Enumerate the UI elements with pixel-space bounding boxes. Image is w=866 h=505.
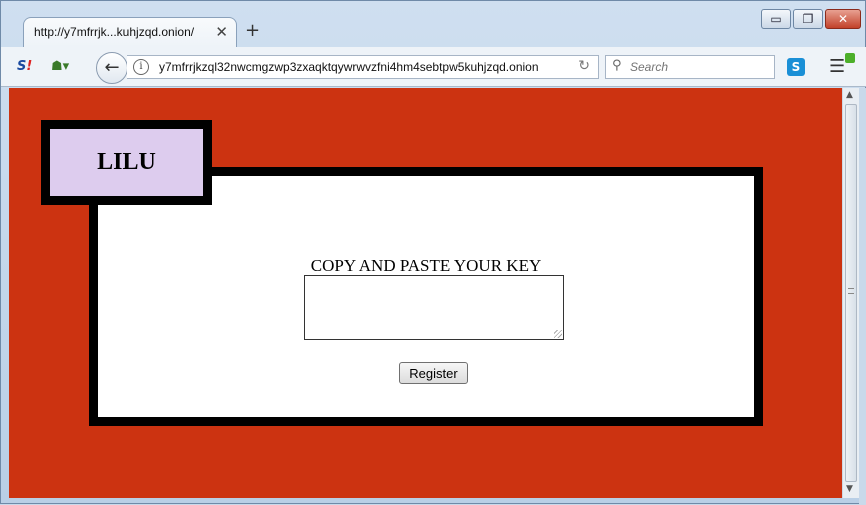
logo-box: LILU [41,120,212,205]
window-frame-edge [859,88,866,505]
register-button[interactable]: Register [399,362,468,384]
key-textarea[interactable] [304,275,564,340]
tab-close-icon[interactable]: ✕ [215,23,228,41]
search-icon: ⚲ [612,58,622,73]
close-icon: ✕ [837,12,849,26]
maximize-button[interactable]: ❐ [793,9,823,29]
new-tab-button[interactable]: + [245,21,260,41]
scroll-up-icon[interactable]: ▲ [846,90,853,100]
reload-icon[interactable]: ↻ [578,58,590,74]
vertical-scrollbar[interactable]: ▲ ▼ [842,88,859,498]
minimize-icon: ▭ [770,12,782,26]
info-icon[interactable]: i [133,59,149,75]
search-box[interactable]: ⚲ [605,55,775,79]
tab-active[interactable]: http://y7mfrrjk...kuhjzqd.onion/ ✕ [23,17,237,47]
close-window-button[interactable]: ✕ [825,9,861,29]
tab-strip: http://y7mfrrjk...kuhjzqd.onion/ ✕ + ▭ ❐… [1,1,866,47]
resize-grip-icon[interactable] [554,330,562,338]
scrollbar-thumb[interactable] [845,104,857,482]
scrollbar-grip-icon [848,288,854,294]
minimize-button[interactable]: ▭ [761,9,791,29]
maximize-icon: ❐ [802,12,814,26]
search-input[interactable] [630,57,770,77]
logo-text: LILU [97,149,156,175]
scroll-down-icon[interactable]: ▼ [846,484,853,494]
key-label: COPY AND PASTE YOUR KEY [310,256,542,275]
page-content: COPY AND PASTE YOUR KEY Register LILU [9,88,842,498]
back-arrow-icon[interactable]: ← [96,52,128,84]
navigation-toolbar: S! ☗▾ ← i y7mfrrjkzql32nwcmgzwp3zxaqktqy… [1,47,866,87]
browser-window: http://y7mfrrjk...kuhjzqd.onion/ ✕ + ▭ ❐… [0,0,866,505]
skype-addon-icon[interactable]: S [787,58,805,76]
addon-s-icon[interactable]: S! [17,57,39,77]
update-badge-icon [845,53,855,63]
key-panel: COPY AND PASTE YOUR KEY Register [89,167,763,426]
url-bar[interactable]: i y7mfrrjkzql32nwcmgzwp3zxaqktqywrwvzfni… [127,55,599,79]
tab-title: http://y7mfrrjk...kuhjzqd.onion/ [34,25,195,39]
url-text[interactable]: y7mfrrjkzql32nwcmgzwp3zxaqktqywrwvzfni4h… [159,60,559,74]
onion-button-icon[interactable]: ☗▾ [51,57,85,77]
